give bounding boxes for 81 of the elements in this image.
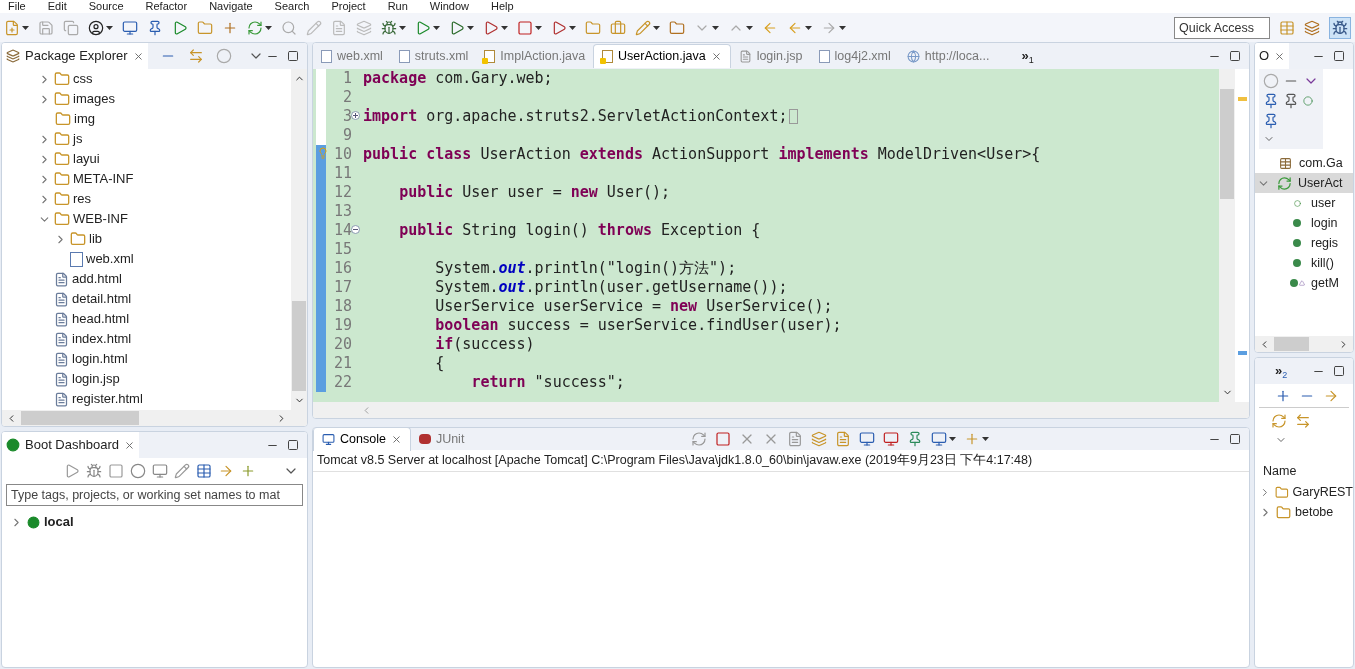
tab[interactable]: ImplAction.java [476, 44, 594, 68]
tab[interactable]: Console [313, 428, 411, 451]
menu-item[interactable]: Project [331, 1, 366, 12]
tree-item[interactable]: css [73, 69, 93, 89]
process-label: Tomcat v8.5 Server at localhost [Apache Tomcat] C:\Program Files\Java\jdk1.8.0_60\bin\javaw.exe (2019年9月23日 下午4:17:48) [313, 450, 1249, 472]
line-number: 3 [342, 107, 352, 126]
line-number: 14 [333, 221, 352, 240]
line-number: 18 [333, 297, 352, 316]
filter-field[interactable]: Type tags, projects, or working set names to mat [6, 484, 303, 506]
code-line: if(success) [434, 335, 535, 354]
code-line: return "success"; [470, 373, 625, 392]
tab[interactable]: struts.xml [390, 44, 477, 68]
tree-item[interactable]: register.html [72, 389, 143, 409]
line-number: 13 [333, 202, 352, 221]
tree-item[interactable]: web.xml [86, 249, 134, 269]
outline-item[interactable]: UserAct [1255, 173, 1353, 193]
menu-item[interactable]: Source [88, 1, 124, 12]
code-line: public User user = new User(); [398, 183, 671, 202]
tree-item[interactable]: head.html [72, 309, 130, 329]
code-line: public String login() throws Exception { [398, 221, 761, 240]
code-line: System.out.println("login()方法"); [434, 259, 737, 278]
code-line: boolean success = userService.findUser(user); [434, 316, 842, 335]
tree-item[interactable]: res [73, 189, 92, 209]
line-number: 21 [333, 354, 352, 373]
tab[interactable]: http://loca... [898, 44, 998, 68]
tree-item[interactable]: WEB-INF [73, 209, 128, 229]
tree-item[interactable]: img [74, 109, 95, 129]
tree-item[interactable]: login.jsp [72, 369, 120, 389]
line-number: 19 [333, 316, 352, 335]
menu-item[interactable]: Window [429, 1, 469, 12]
more-tabs-button[interactable]: »$_{1}$ [1021, 46, 1034, 66]
tab[interactable]: JUnit [410, 428, 473, 451]
tree-item[interactable]: local [44, 512, 74, 532]
code-line: package com.Gary.web; [362, 69, 553, 88]
more-views-button[interactable]: »$_{2}$ [1275, 361, 1288, 381]
line-number: 15 [333, 240, 352, 259]
tab[interactable]: login.jsp [730, 44, 811, 68]
line-number: 12 [333, 183, 352, 202]
outline-item[interactable]: kill() [1255, 253, 1353, 273]
menu-item[interactable]: Help [491, 1, 514, 12]
menu-item[interactable]: Refactor [145, 1, 188, 12]
line-number: 1 [342, 69, 352, 88]
line-number: 20 [333, 335, 352, 354]
outline-item[interactable]: user [1255, 193, 1353, 213]
tree-item[interactable]: layui [73, 149, 100, 169]
line-number: 16 [333, 259, 352, 278]
tree-item[interactable]: GaryREST [1292, 482, 1353, 502]
code-line: import org.apache.struts2.ServletActionContext; [362, 107, 788, 126]
menu-item[interactable]: Search [274, 1, 310, 12]
line-number: 22 [333, 373, 352, 392]
menu-item[interactable]: Navigate [209, 1, 253, 12]
menu-item[interactable]: Edit [47, 1, 67, 12]
tree-item[interactable]: META-INF [73, 169, 134, 189]
tab[interactable]: log4j2.xml [810, 44, 899, 68]
line-number: 11 [333, 164, 352, 183]
outline-item[interactable]: getM [1255, 273, 1353, 293]
line-number: 9 [342, 126, 352, 145]
column-header[interactable]: Name [1255, 462, 1353, 482]
line-number: 17 [333, 278, 352, 297]
code-line: public class UserAction extends ActionSupport implements ModelDriven<User>{ [362, 145, 1041, 164]
outline-item[interactable]: regis [1255, 233, 1353, 253]
tree-item[interactable]: lib [89, 229, 102, 249]
tree-item[interactable]: js [73, 129, 83, 149]
tree-item[interactable]: add.html [72, 269, 122, 289]
tree-item[interactable]: detail.html [72, 289, 132, 309]
tab[interactable]: UserAction.java [593, 44, 731, 68]
menu-item[interactable]: Run [387, 1, 408, 12]
tree-item[interactable]: images [73, 89, 115, 109]
menu-item[interactable]: File [8, 1, 26, 12]
tree-item[interactable]: login.html [72, 349, 128, 369]
tree-item[interactable]: betobe [1295, 502, 1334, 522]
line-number: 10 [333, 145, 352, 164]
outline-item[interactable]: com.Ga [1255, 153, 1353, 173]
code-line: { [434, 354, 445, 373]
line-number: 2 [342, 88, 352, 107]
tree-item[interactable]: index.html [72, 329, 132, 349]
code-line: System.out.println(user.getUsername()); [434, 278, 788, 297]
outline-item[interactable]: login [1255, 213, 1353, 233]
code-line: UserService userService = new UserService(); [434, 297, 833, 316]
quick-access-field[interactable]: Quick Access [1174, 16, 1270, 39]
tab[interactable]: web.xml [313, 44, 391, 68]
